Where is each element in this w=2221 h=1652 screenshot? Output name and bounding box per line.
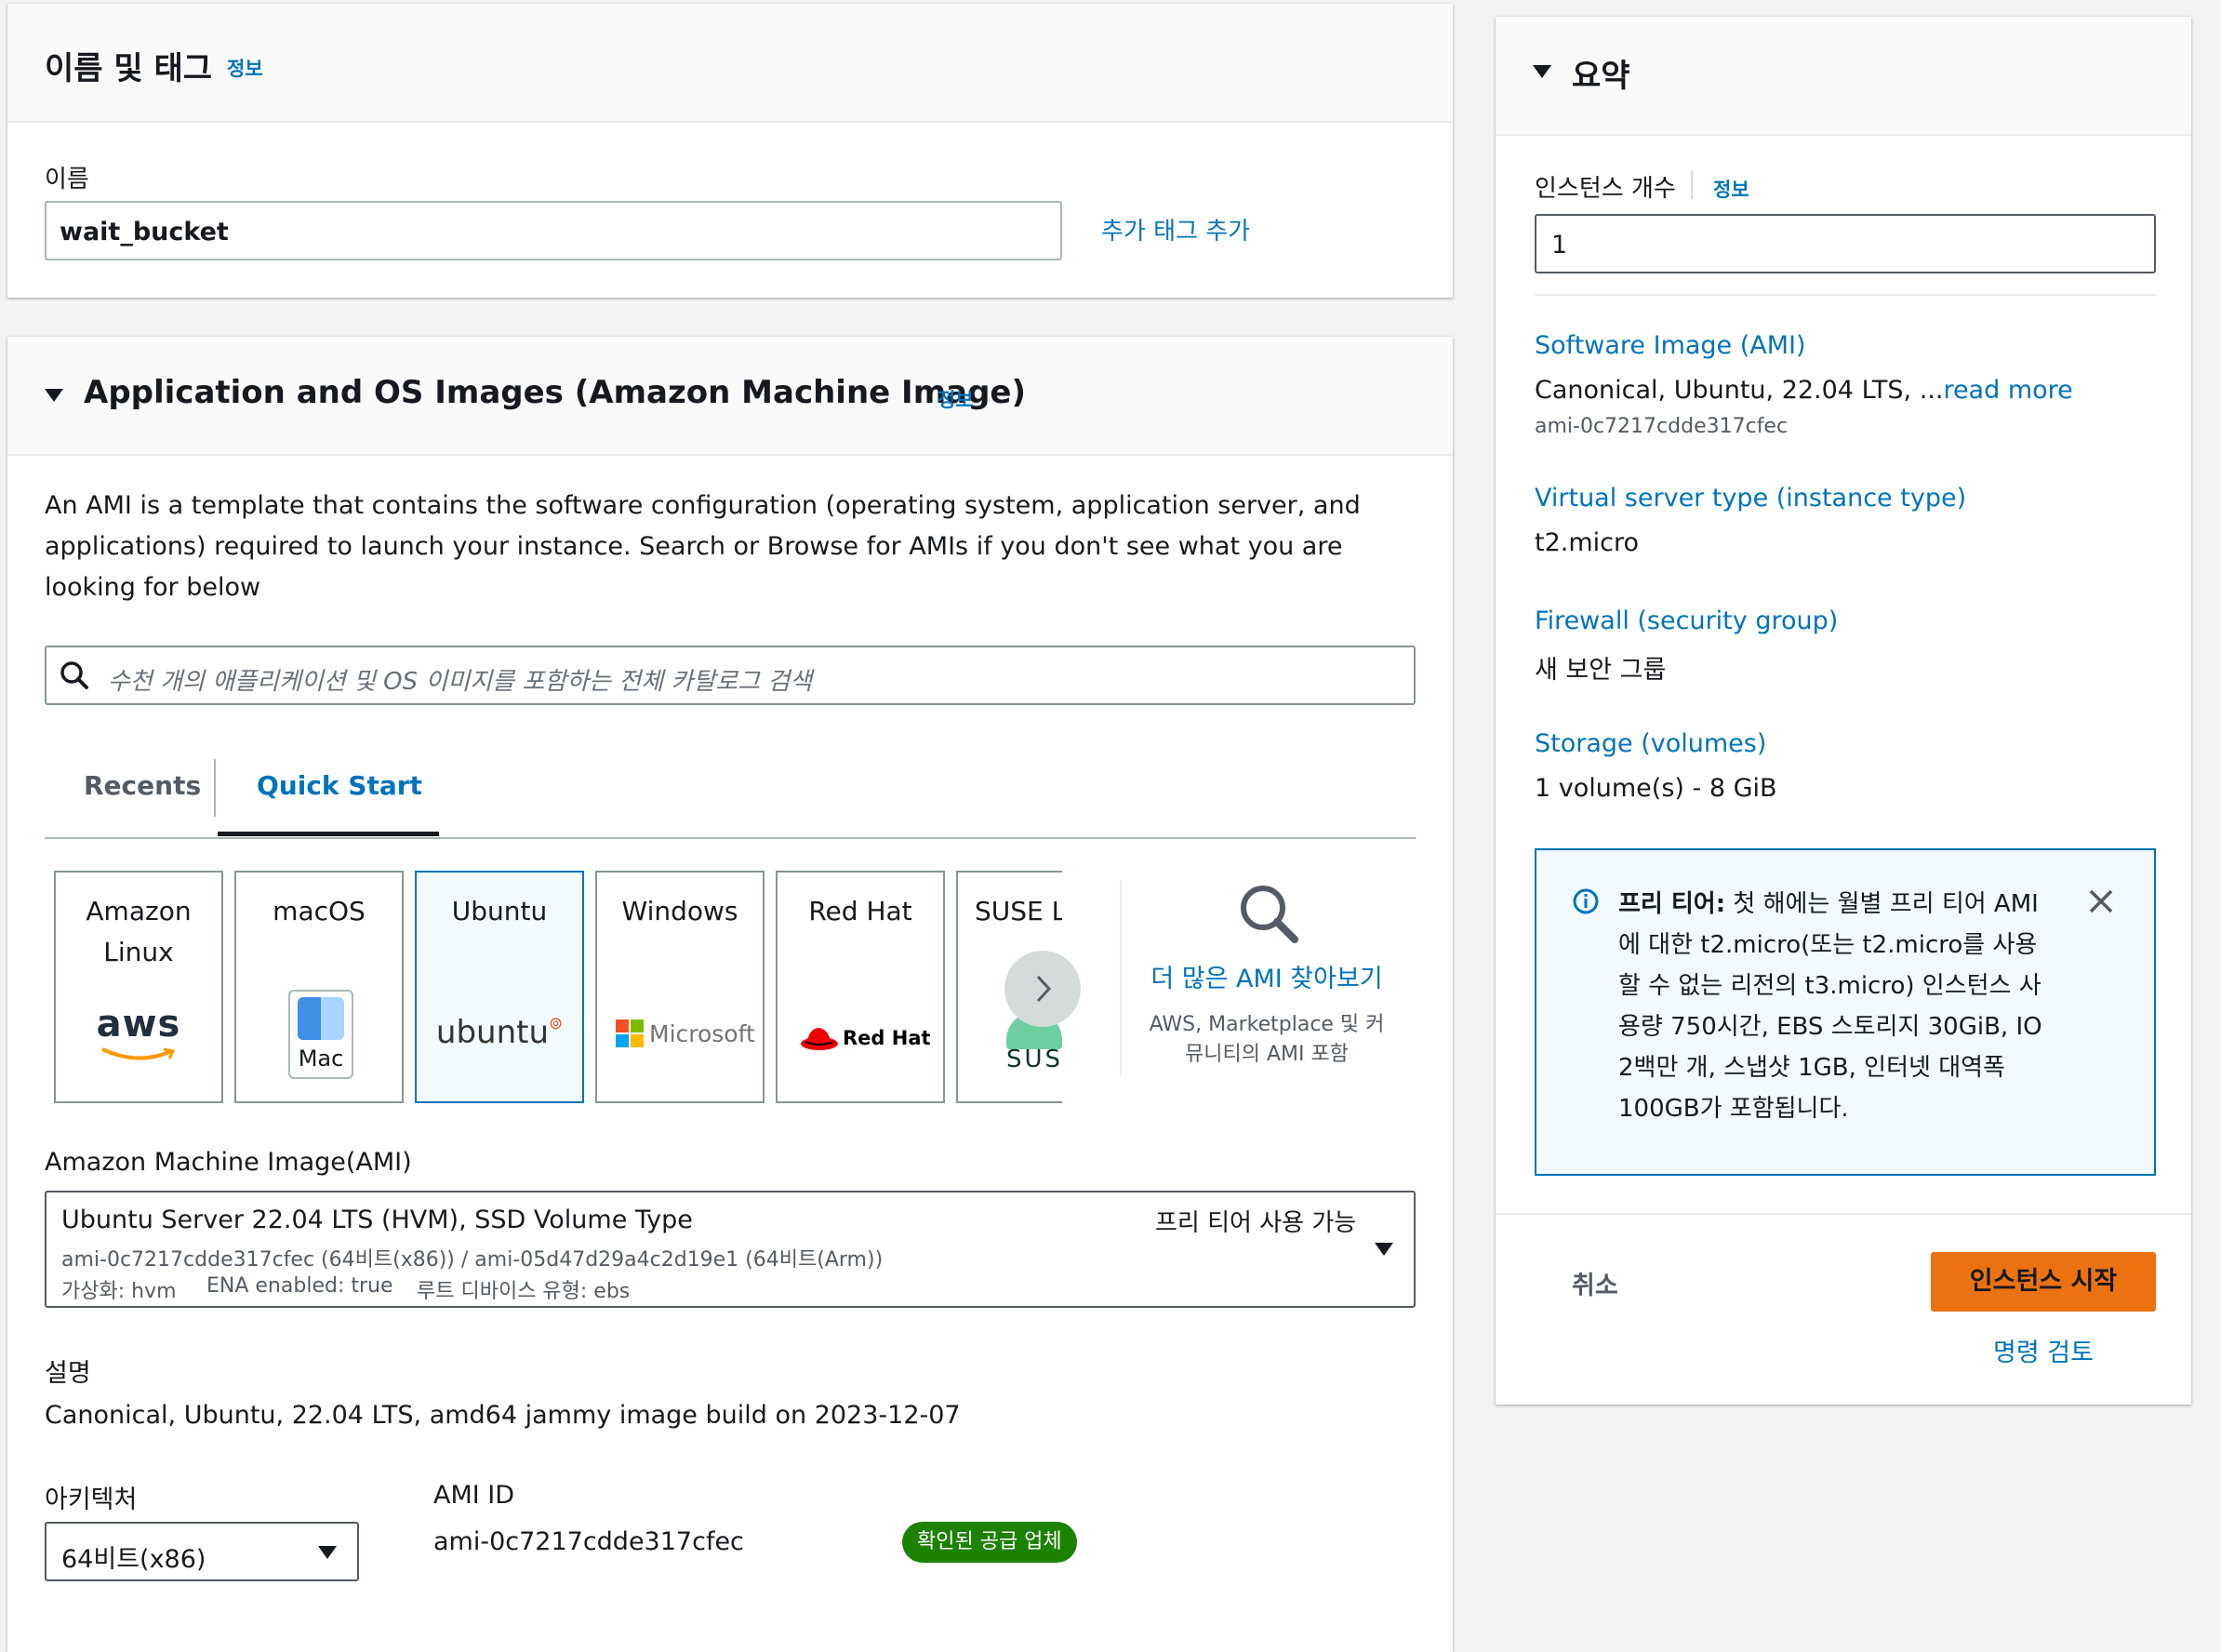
name-tags-panel: 이름 및 태그 정보 이름 wait_bucket 추가 태그 추가 bbox=[7, 4, 1453, 298]
label-divider bbox=[1691, 171, 1693, 199]
microsoft-logo-text: Microsoft bbox=[649, 1019, 755, 1047]
ami-id-label: AMI ID bbox=[433, 1481, 515, 1510]
ubuntu-logo-icon: ubuntu⊚ bbox=[435, 1014, 564, 1051]
verified-provider-badge: 확인된 공급 업체 bbox=[902, 1522, 1077, 1563]
software-image-text: Canonical, Ubuntu, 22.04 LTS, ... bbox=[1535, 376, 1944, 405]
mac-logo-text: Mac bbox=[298, 1046, 344, 1072]
ami-virtualization: 가상화: hvm bbox=[61, 1280, 177, 1303]
search-placeholder: 수천 개의 애플리케이션 및 OS 이미지를 포함하는 전체 카탈로그 검색 bbox=[108, 668, 813, 696]
name-tags-info-link[interactable]: 정보 bbox=[227, 54, 263, 82]
free-tier-alert: 프리 티어: 첫 해에는 월별 프리 티어 AMI에 대한 t2.micro(또… bbox=[1535, 848, 2156, 1176]
os-tile-name: Ubuntu bbox=[451, 896, 548, 926]
description-value: Canonical, Ubuntu, 22.04 LTS, amd64 jamm… bbox=[45, 1401, 961, 1430]
add-tags-link[interactable]: 추가 태그 추가 bbox=[1101, 212, 1250, 246]
tab-divider bbox=[214, 759, 216, 817]
aws-logo-icon: aws bbox=[56, 1003, 221, 1064]
launch-instance-button[interactable]: 인스턴스 시작 bbox=[1931, 1252, 2156, 1312]
tiles-divider bbox=[1120, 880, 1122, 1075]
aws-logo-text: aws bbox=[96, 1003, 181, 1046]
ami-root-device: 루트 디바이스 유형: ebs bbox=[417, 1280, 631, 1303]
free-tier-eligible: 프리 티어 사용 가능 bbox=[1155, 1209, 1357, 1237]
ubuntu-logo-text: ubuntu bbox=[435, 1014, 549, 1051]
suse-logo-text: SUS bbox=[1006, 1046, 1062, 1073]
ami-select-name: Ubuntu Server 22.04 LTS (HVM), SSD Volum… bbox=[61, 1206, 693, 1234]
browse-more-note: AWS, Marketplace 및 커뮤니티의 AMI 포함 bbox=[1149, 1013, 1385, 1066]
instance-type-value: t2.micro bbox=[1535, 528, 1640, 557]
storage-value: 1 volume(s) - 8 GiB bbox=[1535, 774, 1777, 803]
os-tile-name: SUSE Li bbox=[975, 896, 1062, 926]
summary-footer-divider bbox=[1496, 1213, 2191, 1215]
read-more-link[interactable]: read more bbox=[1943, 376, 2072, 405]
tab-underline bbox=[218, 832, 439, 836]
chevron-right-icon bbox=[1036, 975, 1052, 1003]
collapse-caret-icon[interactable] bbox=[45, 389, 63, 402]
name-tags-title: 이름 및 태그 bbox=[45, 50, 213, 87]
ami-search-input[interactable]: 수천 개의 애플리케이션 및 OS 이미지를 포함하는 전체 카탈로그 검색 bbox=[45, 646, 1416, 705]
ami-section-title: Application and OS Images (Amazon Machin… bbox=[84, 374, 1027, 411]
free-tier-text: 첫 해에는 월별 프리 티어 AMI에 대한 t2.micro(또는 t2.mi… bbox=[1618, 890, 2042, 1123]
summary-divider bbox=[1535, 294, 2156, 296]
os-tile-red-hat[interactable]: Red Hat Red Hat bbox=[776, 871, 945, 1103]
software-image-value: Canonical, Ubuntu, 22.04 LTS, ...read mo… bbox=[1535, 376, 2073, 405]
ami-description: An AMI is a template that contains the s… bbox=[45, 491, 1361, 602]
free-tier-title: 프리 티어: bbox=[1618, 890, 1726, 918]
software-image-link[interactable]: Software Image (AMI) bbox=[1535, 331, 1806, 360]
microsoft-logo-icon: Microsoft bbox=[616, 1019, 755, 1047]
info-circle-icon bbox=[1573, 888, 1599, 914]
os-tile-ubuntu[interactable]: Ubuntu ubuntu⊚ bbox=[415, 871, 584, 1103]
tiles-next-button[interactable] bbox=[1004, 951, 1081, 1027]
search-more-icon bbox=[1241, 886, 1298, 943]
os-tile-name-line2: Linux bbox=[103, 937, 174, 967]
dropdown-caret-icon bbox=[318, 1546, 337, 1559]
ami-info-link[interactable]: 정보 bbox=[938, 385, 974, 413]
tabs-baseline bbox=[45, 837, 1416, 839]
architecture-label: 아키텍처 bbox=[45, 1485, 138, 1514]
name-input[interactable]: wait_bucket bbox=[45, 201, 1062, 260]
instance-count-input[interactable]: 1 bbox=[1535, 214, 2156, 273]
name-tags-header bbox=[7, 4, 1453, 123]
cancel-button[interactable]: 취소 bbox=[1572, 1265, 1618, 1301]
summary-panel: 요약 인스턴스 개수 정보 1 Software Image (AMI) Can… bbox=[1496, 17, 2191, 1405]
instance-type-link[interactable]: Virtual server type (instance type) bbox=[1535, 484, 1966, 513]
storage-link[interactable]: Storage (volumes) bbox=[1535, 729, 1766, 758]
ami-select-label: Amazon Machine Image(AMI) bbox=[45, 1148, 412, 1177]
firewall-link[interactable]: Firewall (security group) bbox=[1535, 606, 1838, 635]
os-tile-name: Red Hat bbox=[808, 896, 912, 926]
name-input-value: wait_bucket bbox=[60, 218, 229, 246]
firewall-value: 새 보안 그룹 bbox=[1535, 656, 1667, 685]
os-tile-macos[interactable]: macOS Mac bbox=[234, 871, 404, 1103]
architecture-select[interactable]: 64비트(x86) bbox=[45, 1522, 359, 1581]
tab-quick-start[interactable]: Quick Start bbox=[257, 770, 422, 801]
ami-select-ids: ami-0c7217cdde317cfec (64비트(x86)) / ami-… bbox=[61, 1248, 884, 1272]
search-icon bbox=[60, 661, 88, 689]
tab-recents[interactable]: Recents bbox=[84, 770, 201, 801]
os-tile-windows[interactable]: Windows Microsoft bbox=[595, 871, 765, 1103]
os-tile-name: macOS bbox=[273, 896, 366, 926]
redhat-logo-icon: Red Hat bbox=[800, 1025, 931, 1051]
browse-more-amis-link[interactable]: 더 많은 AMI 찾아보기 bbox=[1137, 958, 1397, 994]
software-image-id: ami-0c7217cdde317cfec bbox=[1535, 415, 1789, 438]
dropdown-caret-icon bbox=[1375, 1243, 1393, 1256]
architecture-value: 64비트(x86) bbox=[61, 1545, 206, 1574]
ami-ena: ENA enabled: true bbox=[206, 1274, 393, 1298]
ami-select[interactable]: Ubuntu Server 22.04 LTS (HVM), SSD Volum… bbox=[45, 1191, 1416, 1308]
os-tile-name: Amazon bbox=[86, 896, 192, 926]
mac-finder-icon: Mac bbox=[288, 990, 353, 1079]
redhat-logo-text: Red Hat bbox=[843, 1027, 931, 1049]
instance-count-value: 1 bbox=[1551, 231, 1568, 260]
review-commands-link[interactable]: 명령 검토 bbox=[1931, 1332, 2156, 1368]
os-tile-name: Windows bbox=[621, 896, 738, 926]
free-tier-message: 프리 티어: 첫 해에는 월별 프리 티어 AMI에 대한 t2.micro(또… bbox=[1618, 884, 2055, 1129]
close-icon[interactable] bbox=[2087, 887, 2115, 915]
instance-count-info-link[interactable]: 정보 bbox=[1713, 175, 1749, 203]
os-tile-amazon-linux[interactable]: Amazon Linux aws bbox=[54, 871, 223, 1103]
instance-count-label: 인스턴스 개수 bbox=[1535, 175, 1676, 203]
collapse-caret-icon[interactable] bbox=[1533, 65, 1551, 78]
summary-title: 요약 bbox=[1572, 58, 1630, 95]
name-label: 이름 bbox=[45, 166, 89, 193]
description-label: 설명 bbox=[45, 1359, 91, 1388]
ami-id-value: ami-0c7217cdde317cfec bbox=[433, 1527, 744, 1556]
